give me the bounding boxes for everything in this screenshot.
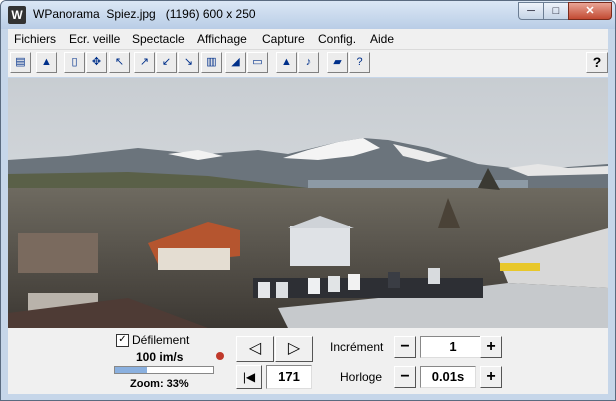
increment-minus-button[interactable]: − [394, 336, 416, 358]
fit-width-icon[interactable]: ▭ [247, 52, 268, 73]
next-button[interactable]: ▷ [275, 336, 313, 362]
arrow-down-right-icon[interactable]: ↘ [178, 52, 199, 73]
increment-plus-button[interactable]: + [480, 336, 502, 358]
app-window: W WPanorama Spiez.jpg (1196) 600 x 250 ─… [0, 0, 616, 401]
move-icon[interactable]: ✥ [86, 52, 107, 73]
arrow-up-left-icon[interactable]: ↖ [109, 52, 130, 73]
book-icon[interactable]: ▰ [327, 52, 348, 73]
sound-icon[interactable]: ♪ [298, 52, 319, 73]
zoom-slider[interactable] [114, 366, 214, 374]
image-icon[interactable]: ▲ [36, 52, 57, 73]
menu-bar: Fichiers Ecr. veille Spectacle Affichage… [8, 29, 608, 50]
panorama-image[interactable] [8, 78, 608, 328]
increment-label: Incrément [330, 340, 384, 354]
clock-minus-button[interactable]: − [394, 366, 416, 388]
arrow-up-right-icon[interactable]: ↗ [134, 52, 155, 73]
speed-readout: 100 im/s [136, 350, 184, 364]
fit-height-icon[interactable]: ▥ [201, 52, 222, 73]
scroll-checkbox[interactable]: ✓ [116, 334, 129, 347]
arrow-down-left-icon[interactable]: ↙ [156, 52, 177, 73]
first-button[interactable]: |◀ [236, 365, 262, 389]
menu-spectacle[interactable]: Spectacle [132, 32, 185, 46]
window-title: WPanorama Spiez.jpg (1196) 600 x 250 [33, 7, 256, 21]
close-button[interactable]: ✕ [568, 2, 612, 20]
open-folder-icon[interactable]: ▤ [10, 52, 31, 73]
page-icon[interactable]: ▯ [64, 52, 85, 73]
position-field[interactable]: 171 [266, 365, 312, 389]
clock-label: Horloge [340, 370, 383, 384]
menu-fichiers[interactable]: Fichiers [14, 32, 56, 46]
panorama-icon[interactable]: ▲ [276, 52, 297, 73]
speed-indicator-icon [216, 352, 224, 360]
zoom-label: Zoom: 33% [130, 378, 189, 390]
landscape-icon[interactable]: ◢ [225, 52, 246, 73]
control-panel: ✓ Défilement 100 im/s Zoom: 33% ◁ ▷ |◀ 1… [8, 328, 608, 394]
menu-ecr-veille[interactable]: Ecr. veille [69, 32, 120, 46]
app-icon[interactable]: W [8, 6, 26, 24]
menu-config[interactable]: Config. [318, 32, 356, 46]
help-context-icon[interactable]: ? [349, 52, 370, 73]
increment-field[interactable]: 1 [420, 336, 486, 358]
menu-affichage[interactable]: Affichage [197, 32, 247, 46]
minimize-button[interactable]: ─ [518, 2, 544, 20]
toolbar: ▤ ▲ ▯ ✥ ↖ ↗ ↙ ↘ ▥ ◢ ▭ ▲ ♪ ▰ ? ? [8, 50, 608, 77]
clock-field[interactable]: 0.01s [420, 366, 476, 388]
title-bar[interactable]: W WPanorama Spiez.jpg (1196) 600 x 250 ─… [1, 1, 615, 29]
menu-capture[interactable]: Capture [262, 32, 305, 46]
help-button[interactable]: ? [586, 52, 608, 73]
panorama-photo [8, 78, 608, 328]
zoom-slider-fill [115, 367, 148, 373]
scroll-checkbox-label[interactable]: Défilement [132, 333, 189, 347]
maximize-button[interactable]: □ [543, 2, 569, 20]
clock-plus-button[interactable]: + [480, 366, 502, 388]
prev-button[interactable]: ◁ [236, 336, 274, 362]
menu-aide[interactable]: Aide [370, 32, 394, 46]
